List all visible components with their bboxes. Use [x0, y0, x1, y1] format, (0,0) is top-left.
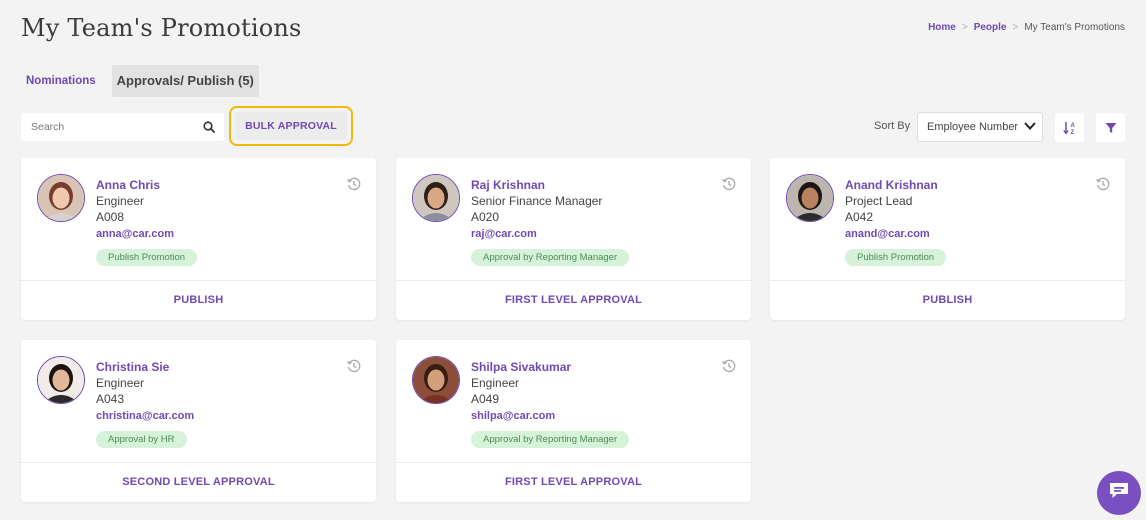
search-box	[21, 113, 224, 141]
employee-role: Engineer	[96, 194, 145, 208]
card-action-button[interactable]: SECOND LEVEL APPROVAL	[21, 463, 376, 502]
employee-email[interactable]: raj@car.com	[471, 228, 537, 240]
sort-az-icon[interactable]: A Z	[1055, 113, 1084, 142]
status-badge: Approval by Reporting Manager	[471, 431, 630, 448]
employee-number: A049	[471, 392, 500, 406]
tab-approvals-publish[interactable]: Approvals/ Publish (5)	[111, 65, 259, 97]
breadcrumb: Home > People > My Team's Promotions	[928, 22, 1125, 33]
avatar	[786, 174, 834, 222]
avatar	[37, 174, 85, 222]
history-icon[interactable]	[346, 176, 362, 192]
status-badge: Approval by HR	[96, 431, 187, 448]
bulk-approval-highlight: BULK APPROVAL	[229, 106, 353, 146]
employee-number: A020	[471, 210, 500, 224]
employee-role: Project Lead	[845, 194, 913, 208]
employee-card: Anand Krishnan Project Lead A042 anand@c…	[770, 158, 1125, 320]
employee-name[interactable]: Raj Krishnan	[471, 178, 545, 192]
svg-text:A: A	[1070, 123, 1075, 129]
employee-email[interactable]: shilpa@car.com	[471, 410, 555, 422]
employee-card: Anna Chris Engineer A008 anna@car.com Pu…	[21, 158, 376, 320]
sort-label: Sort By	[874, 120, 911, 132]
tab-bar: Nominations Approvals/ Publish (5)	[21, 65, 259, 97]
sort-select-value: Employee Number	[927, 121, 1019, 133]
status-badge: Approval by Reporting Manager	[471, 249, 630, 266]
breadcrumb-people[interactable]: People	[974, 22, 1007, 33]
card-action-button[interactable]: PUBLISH	[770, 281, 1125, 320]
svg-text:Z: Z	[1070, 130, 1074, 136]
employee-card: Raj Krishnan Senior Finance Manager A020…	[396, 158, 751, 320]
employee-name[interactable]: Shilpa Sivakumar	[471, 360, 571, 374]
employee-name[interactable]: Christina Sie	[96, 360, 169, 374]
employee-number: A008	[96, 210, 125, 224]
chevron-down-icon	[1024, 121, 1036, 133]
page-title: My Team's Promotions	[21, 14, 302, 42]
employee-role: Engineer	[96, 376, 145, 390]
breadcrumb-home[interactable]: Home	[928, 22, 956, 33]
employee-name[interactable]: Anna Chris	[96, 178, 160, 192]
chat-button[interactable]	[1097, 471, 1141, 515]
employee-email[interactable]: anna@car.com	[96, 228, 174, 240]
employee-card: Christina Sie Engineer A043 christina@ca…	[21, 340, 376, 502]
chat-icon	[1108, 481, 1130, 506]
employee-role: Engineer	[471, 376, 520, 390]
breadcrumb-separator: >	[961, 22, 968, 33]
filter-icon[interactable]	[1096, 113, 1125, 142]
bulk-approval-button[interactable]: BULK APPROVAL	[235, 112, 347, 140]
history-icon[interactable]	[721, 358, 737, 374]
card-action-button[interactable]: PUBLISH	[21, 281, 376, 320]
employee-name[interactable]: Anand Krishnan	[845, 178, 938, 192]
card-action-button[interactable]: FIRST LEVEL APPROVAL	[396, 463, 751, 502]
card-action-button[interactable]: FIRST LEVEL APPROVAL	[396, 281, 751, 320]
tab-nominations[interactable]: Nominations	[21, 65, 101, 97]
employee-email[interactable]: christina@car.com	[96, 410, 194, 422]
status-badge: Publish Promotion	[845, 249, 947, 266]
avatar	[412, 174, 460, 222]
breadcrumb-separator: >	[1012, 22, 1019, 33]
avatar	[412, 356, 460, 404]
breadcrumb-current: My Team's Promotions	[1024, 22, 1125, 33]
employee-email[interactable]: anand@car.com	[845, 228, 930, 240]
employee-card: Shilpa Sivakumar Engineer A049 shilpa@ca…	[396, 340, 751, 502]
sort-select[interactable]: Employee Number	[917, 112, 1043, 142]
history-icon[interactable]	[1095, 176, 1111, 192]
status-badge: Publish Promotion	[96, 249, 198, 266]
employee-role: Senior Finance Manager	[471, 194, 603, 208]
employee-number: A043	[96, 392, 125, 406]
search-input[interactable]	[29, 120, 202, 134]
history-icon[interactable]	[346, 358, 362, 374]
search-icon[interactable]	[202, 120, 216, 134]
avatar	[37, 356, 85, 404]
employee-number: A042	[845, 210, 874, 224]
history-icon[interactable]	[721, 176, 737, 192]
